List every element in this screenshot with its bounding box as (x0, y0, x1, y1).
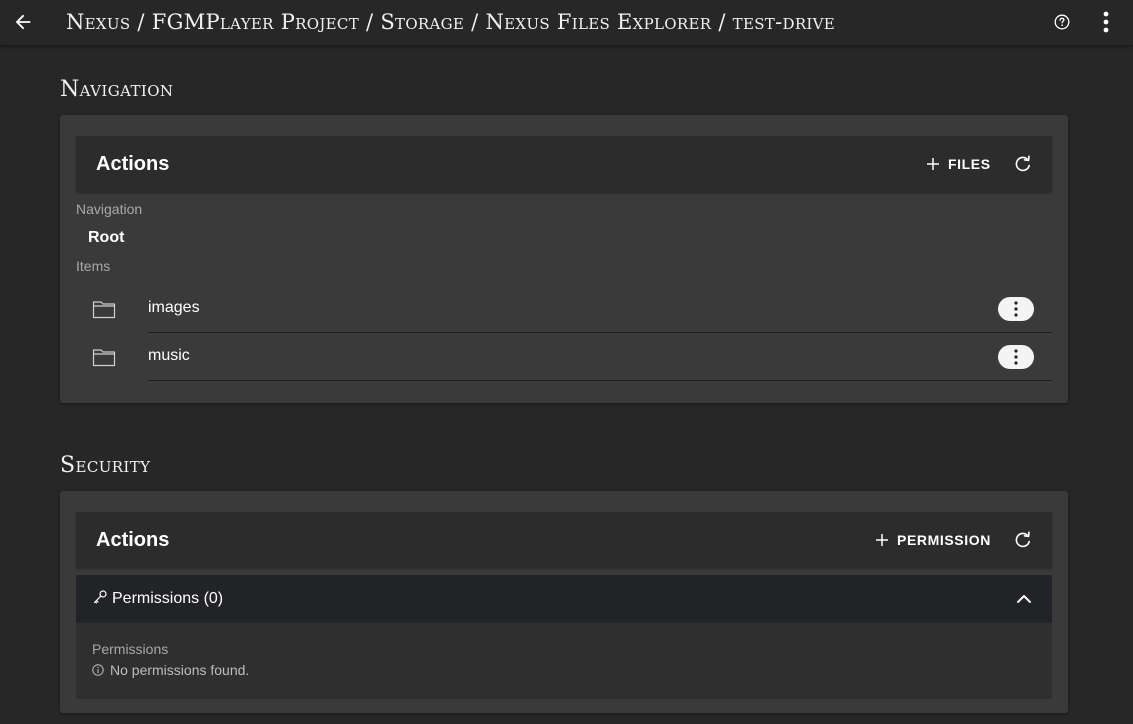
breadcrumb: Nexus / FGMPlayer Project / Storage / Ne… (66, 10, 836, 34)
dots-vertical-icon (1103, 11, 1109, 33)
divider (148, 380, 1052, 381)
folder-icon (92, 301, 116, 319)
item-menu-button[interactable] (998, 297, 1034, 321)
items-label: Items (76, 258, 111, 274)
help-circle-icon (1054, 14, 1070, 30)
refresh-button[interactable] (1012, 528, 1034, 552)
navigation-panel: Actions FILES Navigation Root Items imag… (60, 115, 1068, 403)
list-item-music[interactable]: music (76, 333, 1052, 381)
back-button[interactable] (8, 7, 38, 37)
add-files-button[interactable]: FILES (926, 152, 991, 176)
more-options-button[interactable] (1094, 8, 1118, 36)
refresh-button[interactable] (1012, 152, 1034, 176)
permissions-expansion-header[interactable]: Permissions (0) (76, 575, 1052, 623)
actions-title: Actions (96, 529, 170, 551)
list-item-images[interactable]: images (76, 285, 1052, 333)
security-heading: Security (60, 453, 151, 478)
folder-icon (92, 349, 116, 367)
refresh-icon (1015, 531, 1030, 548)
actions-title: Actions (96, 153, 170, 175)
chevron-up-icon[interactable] (1014, 589, 1034, 609)
arrow-left-icon (15, 14, 31, 30)
security-actions-bar: Actions PERMISSION (76, 512, 1052, 568)
add-files-label: FILES (948, 156, 991, 172)
add-permission-button[interactable]: PERMISSION (875, 528, 991, 552)
empty-state: No permissions found. (92, 662, 249, 678)
item-name: images (148, 299, 200, 316)
security-panel: Actions PERMISSION Permissions (0) Permi… (60, 491, 1068, 713)
navigation-actions-bar: Actions FILES (76, 136, 1052, 192)
help-button[interactable] (1051, 11, 1073, 33)
root-breadcrumb-link[interactable]: Root (88, 229, 124, 247)
plus-icon (927, 158, 939, 170)
dots-vertical-icon (1014, 349, 1018, 365)
refresh-icon (1015, 155, 1030, 172)
permissions-title: Permissions (0) (112, 590, 224, 607)
navigation-heading: Navigation (60, 77, 174, 102)
item-name: music (148, 347, 190, 364)
dots-vertical-icon (1014, 301, 1018, 317)
navigation-label: Navigation (76, 201, 143, 217)
add-permission-label: PERMISSION (897, 532, 991, 548)
info-icon (92, 664, 104, 676)
permissions-label: Permissions (92, 641, 169, 657)
key-icon (93, 590, 107, 604)
item-menu-button[interactable] (998, 345, 1034, 369)
top-app-bar: Nexus / FGMPlayer Project / Storage / Ne… (0, 0, 1133, 46)
empty-message: No permissions found. (110, 662, 250, 678)
plus-icon (876, 534, 888, 546)
permissions-content: Permissions No permissions found. (76, 623, 1052, 699)
